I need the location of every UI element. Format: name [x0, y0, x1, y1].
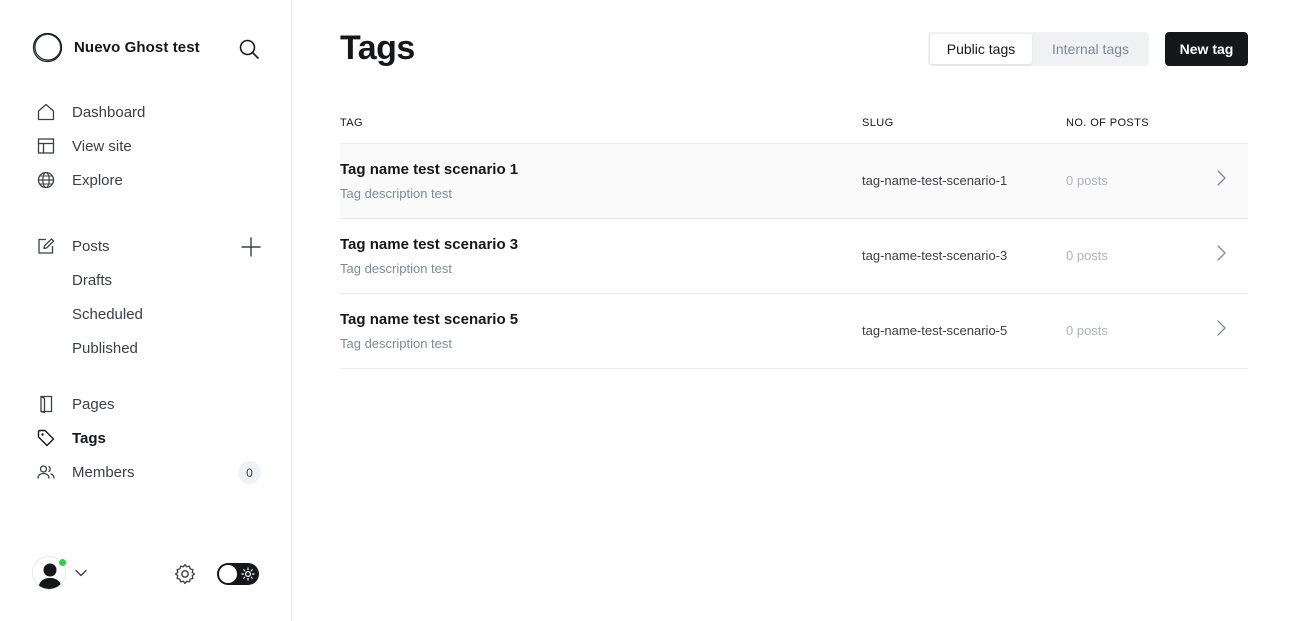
- members-icon: [36, 462, 56, 482]
- online-status-dot: [57, 557, 68, 568]
- tag-description: Tag description test: [340, 261, 453, 276]
- home-icon: [36, 102, 56, 122]
- site-name: Nuevo Ghost test: [74, 39, 200, 56]
- plus-icon[interactable]: [240, 236, 262, 258]
- nav-published[interactable]: Published: [72, 340, 138, 357]
- nav-scheduled[interactable]: Scheduled: [72, 306, 143, 323]
- view-site-icon: [36, 136, 56, 156]
- tag-type-switch: Public tags Internal tags: [928, 32, 1149, 66]
- nav-pages-label: Pages: [72, 395, 115, 413]
- column-slug: SLUG: [862, 117, 894, 129]
- nav-explore-label: Explore: [72, 171, 123, 189]
- chevron-right-icon: [1217, 320, 1226, 336]
- tag-slug: tag-name-test-scenario-5: [862, 323, 1008, 338]
- nav-pages[interactable]: Pages: [36, 391, 266, 417]
- tag-post-count[interactable]: 0 posts: [1066, 323, 1108, 338]
- tab-internal-tags[interactable]: Internal tags: [1034, 34, 1147, 64]
- nav-view-site[interactable]: View site: [36, 133, 266, 159]
- nav-dashboard-label: Dashboard: [72, 103, 146, 121]
- nav-posts-label: Posts: [72, 237, 110, 255]
- column-tag: TAG: [340, 117, 363, 129]
- nav-members[interactable]: Members: [36, 459, 226, 485]
- nav-tags[interactable]: Tags: [36, 425, 266, 451]
- tag-name: Tag name test scenario 5: [340, 311, 519, 328]
- nav-tags-label: Tags: [72, 429, 106, 447]
- column-posts: NO. OF POSTS: [1066, 117, 1150, 129]
- chevron-down-icon: [75, 569, 87, 577]
- nav-dashboard[interactable]: Dashboard: [36, 99, 266, 125]
- chevron-right-icon: [1217, 170, 1226, 186]
- sun-icon: [241, 567, 255, 581]
- brand[interactable]: Nuevo Ghost test: [32, 32, 200, 63]
- nav-members-label: Members: [72, 463, 135, 481]
- tag-description: Tag description test: [340, 186, 453, 201]
- nav-drafts[interactable]: Drafts: [72, 272, 112, 289]
- user-menu[interactable]: [32, 556, 90, 592]
- nav-explore[interactable]: Explore: [36, 167, 266, 193]
- tag-name: Tag name test scenario 3: [340, 236, 519, 253]
- tag-name: Tag name test scenario 1: [340, 161, 519, 178]
- pages-icon: [36, 394, 56, 414]
- table-row[interactable]: Tag name test scenario 3 Tag description…: [340, 219, 1248, 294]
- page-title: Tags: [340, 29, 415, 67]
- gear-icon[interactable]: [173, 562, 197, 586]
- edit-icon: [36, 236, 56, 256]
- table-row[interactable]: Tag name test scenario 1 Tag description…: [340, 144, 1248, 219]
- chevron-right-icon: [1217, 245, 1226, 261]
- tag-icon: [36, 428, 56, 448]
- theme-toggle-knob: [219, 565, 237, 583]
- table-header: TAG SLUG NO. OF POSTS: [340, 116, 1248, 144]
- nav-posts[interactable]: Posts: [36, 233, 226, 259]
- tag-post-count[interactable]: 0 posts: [1066, 173, 1108, 188]
- tag-slug: tag-name-test-scenario-1: [862, 173, 1008, 188]
- theme-toggle[interactable]: [217, 563, 259, 585]
- search-icon[interactable]: [237, 37, 261, 61]
- globe-icon: [36, 170, 56, 190]
- table-row[interactable]: Tag name test scenario 5 Tag description…: [340, 294, 1248, 369]
- sidebar: Nuevo Ghost test Dashboard View site Exp…: [0, 0, 292, 621]
- main-content: Tags Public tags Internal tags New tag T…: [292, 0, 1296, 621]
- new-tag-button[interactable]: New tag: [1165, 32, 1248, 66]
- ghost-logo-icon: [32, 32, 63, 63]
- tag-post-count[interactable]: 0 posts: [1066, 248, 1108, 263]
- tag-description: Tag description test: [340, 336, 453, 351]
- members-count-badge: 0: [238, 461, 261, 484]
- tab-public-tags[interactable]: Public tags: [930, 34, 1032, 64]
- nav-view-site-label: View site: [72, 137, 132, 155]
- tag-slug: tag-name-test-scenario-3: [862, 248, 1008, 263]
